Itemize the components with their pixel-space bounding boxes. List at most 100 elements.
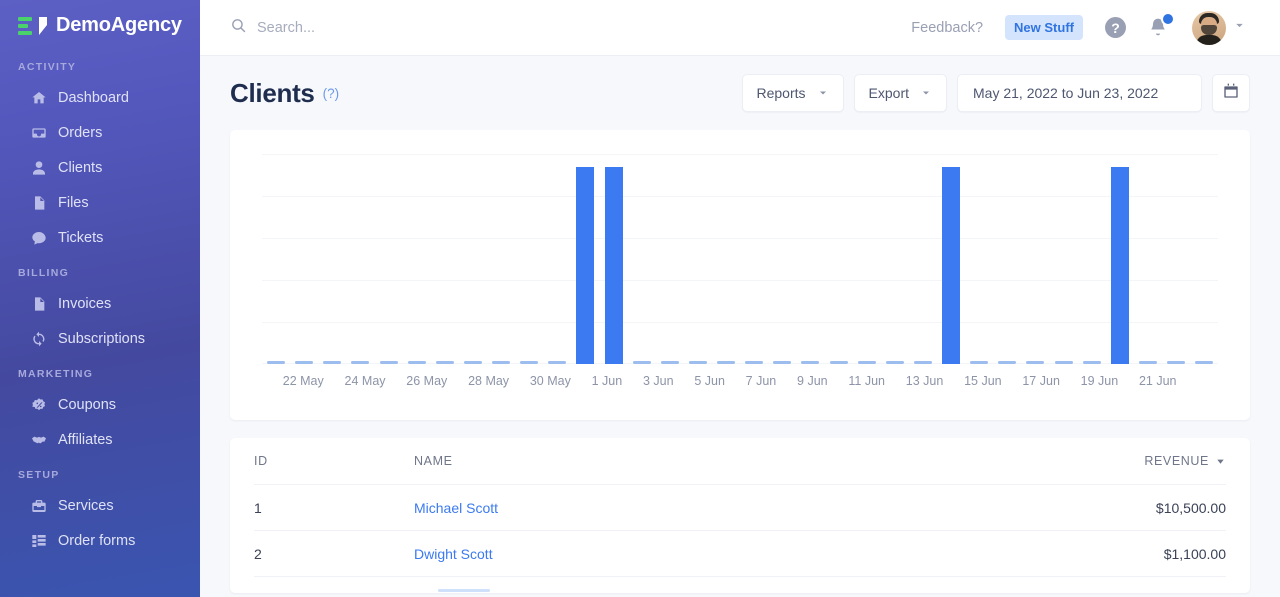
chart-bar-slot[interactable] bbox=[768, 154, 796, 364]
chart-bar-slot[interactable] bbox=[853, 154, 881, 364]
refresh-cycle-icon bbox=[30, 330, 47, 347]
reports-dropdown[interactable]: Reports bbox=[741, 74, 844, 112]
sidebar-item-orders[interactable]: Orders bbox=[0, 115, 200, 150]
chart-bar-slot[interactable] bbox=[290, 154, 318, 364]
chart-bar-slot[interactable] bbox=[825, 154, 853, 364]
table-row[interactable]: 1 Michael Scott $10,500.00 bbox=[254, 485, 1226, 531]
brand-name: DemoAgency bbox=[56, 14, 182, 36]
chart-x-axis: 22 May 24 May 26 May 28 May 30 May 1 Jun… bbox=[262, 374, 1218, 388]
chart-bar-slot[interactable] bbox=[515, 154, 543, 364]
percent-badge-icon bbox=[30, 396, 47, 413]
sidebar-item-coupons[interactable]: Coupons bbox=[0, 387, 200, 422]
chart-x-tick-blank bbox=[674, 374, 695, 388]
notifications-button[interactable] bbox=[1148, 11, 1175, 39]
chart-bar-slot[interactable] bbox=[628, 154, 656, 364]
chart-bar-slot[interactable] bbox=[993, 154, 1021, 364]
chart-bar-slot[interactable] bbox=[881, 154, 909, 364]
chart-bar bbox=[1054, 361, 1073, 364]
column-header-revenue[interactable]: REVENUE bbox=[996, 454, 1226, 468]
chart-bar-slot[interactable] bbox=[965, 154, 993, 364]
date-range-input[interactable]: May 21, 2022 to Jun 23, 2022 bbox=[957, 74, 1202, 112]
sidebar-item-invoices[interactable]: Invoices bbox=[0, 286, 200, 321]
feedback-link[interactable]: Feedback? bbox=[911, 20, 983, 36]
calendar-button[interactable] bbox=[1212, 74, 1250, 112]
page-title-help-link[interactable]: (?) bbox=[323, 86, 340, 101]
chart-bar bbox=[632, 361, 651, 364]
chart-bar-slot[interactable] bbox=[431, 154, 459, 364]
chart-bar-slot[interactable] bbox=[459, 154, 487, 364]
chart-bar-slot[interactable] bbox=[543, 154, 571, 364]
grid-list-icon bbox=[30, 532, 47, 549]
export-dropdown[interactable]: Export bbox=[853, 74, 947, 112]
sidebar-item-dashboard[interactable]: Dashboard bbox=[0, 80, 200, 115]
chart-bar-slot[interactable] bbox=[740, 154, 768, 364]
chart-bar bbox=[688, 361, 707, 364]
client-name-link[interactable]: Dwight Scott bbox=[414, 546, 493, 562]
chart-x-tick-label: 5 Jun bbox=[694, 374, 725, 388]
chart-bar bbox=[885, 361, 904, 364]
search-input[interactable] bbox=[257, 19, 597, 36]
chart-x-tick-blank bbox=[828, 374, 849, 388]
chart-bar-slot[interactable] bbox=[262, 154, 290, 364]
chart-x-tick-blank bbox=[725, 374, 746, 388]
chart-bar-slot[interactable] bbox=[571, 154, 599, 364]
chart-bar bbox=[1110, 167, 1129, 364]
file-icon bbox=[30, 194, 47, 211]
calendar-icon bbox=[1223, 83, 1239, 104]
chart-bar-slot[interactable] bbox=[1106, 154, 1134, 364]
cell-name: Michael Scott bbox=[414, 500, 996, 516]
search-box[interactable] bbox=[230, 17, 911, 39]
chart-bar-slot[interactable] bbox=[346, 154, 374, 364]
chart-bar bbox=[998, 361, 1017, 364]
cell-id: 2 bbox=[254, 545, 262, 562]
chart-bar-slot[interactable] bbox=[796, 154, 824, 364]
topbar: Feedback? New Stuff ? bbox=[200, 0, 1280, 56]
chart-bar bbox=[323, 361, 342, 364]
sidebar-item-affiliates[interactable]: Affiliates bbox=[0, 422, 200, 457]
client-name-link[interactable]: Michael Scott bbox=[414, 500, 498, 516]
sidebar-item-clients[interactable]: Clients bbox=[0, 150, 200, 185]
chart-bar bbox=[745, 361, 764, 364]
chart-bar-slot[interactable] bbox=[909, 154, 937, 364]
table-row[interactable]: 2 Dwight Scott $1,100.00 bbox=[254, 531, 1226, 577]
sidebar-item-subscriptions[interactable]: Subscriptions bbox=[0, 321, 200, 356]
chart-bar-slot[interactable] bbox=[487, 154, 515, 364]
chart-bar-slot[interactable] bbox=[1162, 154, 1190, 364]
brand[interactable]: DemoAgency bbox=[0, 0, 200, 49]
chart-bar-slot[interactable] bbox=[1050, 154, 1078, 364]
chart-bar-slot[interactable] bbox=[656, 154, 684, 364]
chart-bar-slot[interactable] bbox=[403, 154, 431, 364]
chart-bar-slot[interactable] bbox=[600, 154, 628, 364]
chart-bar-slot[interactable] bbox=[1134, 154, 1162, 364]
sidebar-item-order-forms[interactable]: Order forms bbox=[0, 523, 200, 558]
chart-bar bbox=[717, 361, 736, 364]
chart-bar-slot[interactable] bbox=[375, 154, 403, 364]
chart-x-tick-label: 7 Jun bbox=[745, 374, 777, 388]
cell-revenue: $1,100.00 bbox=[1163, 545, 1226, 562]
column-header-name[interactable]: NAME bbox=[414, 454, 996, 468]
chart-x-tick-blank bbox=[776, 374, 797, 388]
column-header-id[interactable]: ID bbox=[254, 454, 414, 468]
sidebar-item-files[interactable]: Files bbox=[0, 185, 200, 220]
chart-bar-slot[interactable] bbox=[684, 154, 712, 364]
sidebar-item-label: Invoices bbox=[58, 295, 112, 312]
chart-bar bbox=[435, 361, 454, 364]
chart-bar-slot[interactable] bbox=[1190, 154, 1218, 364]
help-icon[interactable]: ? bbox=[1105, 17, 1126, 38]
sidebar-item-services[interactable]: Services bbox=[0, 488, 200, 523]
chart-bar bbox=[801, 361, 820, 364]
chart-bar bbox=[942, 167, 961, 364]
new-stuff-badge[interactable]: New Stuff bbox=[1005, 15, 1083, 40]
chart-x-tick-blank bbox=[1176, 374, 1197, 388]
cell-name: Dwight Scott bbox=[414, 546, 996, 562]
sidebar-item-tickets[interactable]: Tickets bbox=[0, 220, 200, 255]
chart-bar bbox=[576, 167, 595, 364]
account-menu[interactable] bbox=[1192, 10, 1246, 45]
chart-x-tick-blank bbox=[447, 374, 468, 388]
chart-bar-slot[interactable] bbox=[1078, 154, 1106, 364]
clients-table: ID NAME REVENUE 1 Michael Scott $10,500.… bbox=[230, 438, 1250, 593]
chart-bar-slot[interactable] bbox=[318, 154, 346, 364]
chart-bar-slot[interactable] bbox=[937, 154, 965, 364]
chart-bar-slot[interactable] bbox=[712, 154, 740, 364]
chart-bar-slot[interactable] bbox=[1021, 154, 1049, 364]
